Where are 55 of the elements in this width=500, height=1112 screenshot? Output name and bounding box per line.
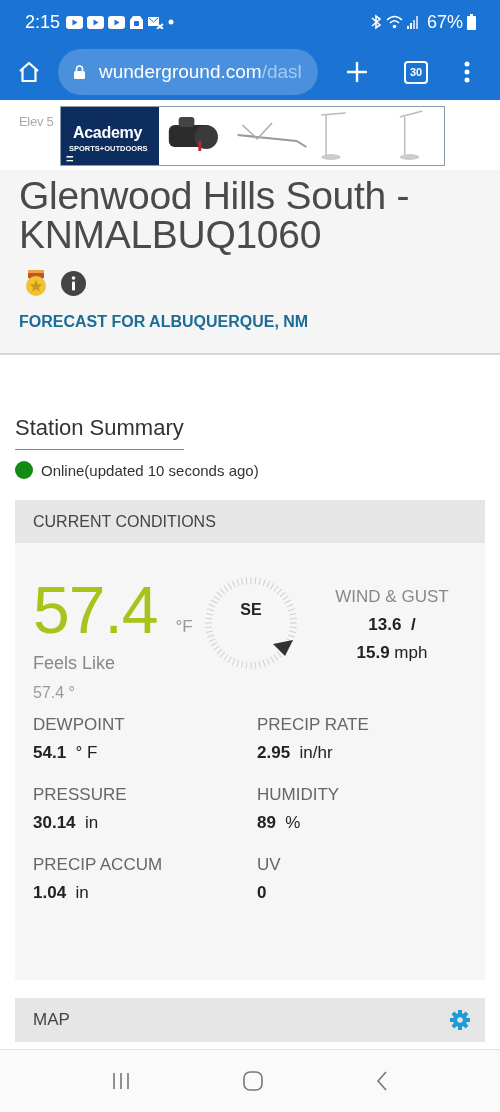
wind-direction: SE <box>239 601 263 619</box>
metric-value: 0 <box>257 883 268 903</box>
info-icon[interactable] <box>61 271 86 296</box>
bluetooth-icon <box>369 14 382 30</box>
metric-value: 89 % <box>257 813 302 833</box>
metric-value: 30.14 in <box>33 813 100 833</box>
bag-icon <box>129 14 145 30</box>
metric-label: DEWPOINT <box>33 715 126 735</box>
metric-label: PRECIP ACCUM <box>33 855 164 875</box>
signal-icon <box>406 15 419 29</box>
station-title: Glenwood Hills South - KNMALBUQ1060 <box>19 176 411 254</box>
settings-icon[interactable] <box>450 1010 470 1030</box>
back-icon[interactable] <box>376 1071 389 1091</box>
card-title: CURRENT CONDITIONS <box>33 512 216 531</box>
home-button-icon[interactable] <box>243 1071 263 1091</box>
status-text: Online(updated 10 seconds ago) <box>41 461 259 479</box>
home-icon[interactable] <box>17 60 41 84</box>
ad-brand: Academy <box>73 124 143 142</box>
play-icon <box>108 15 126 29</box>
metric-value: 1.04 in <box>33 883 90 903</box>
menu-icon[interactable] <box>464 61 470 83</box>
status-time: 2:15 <box>25 11 61 33</box>
plus-icon[interactable] <box>346 61 368 83</box>
metric-label: HUMIDITY <box>257 785 341 805</box>
battery-percent: 67% <box>426 11 463 33</box>
metric-value: 2.95 in/hr <box>257 743 334 763</box>
forecast-link[interactable]: FORECAST FOR ALBUQUERQUE, NM <box>19 313 309 331</box>
temperature-unit: °F <box>175 617 193 637</box>
recent-apps-icon[interactable] <box>111 1072 130 1090</box>
wind-pointer-icon <box>273 638 293 656</box>
battery-icon <box>467 14 476 30</box>
play-icon <box>66 15 84 29</box>
gust-speed: 15.9 mph <box>355 643 429 663</box>
tab-count-button[interactable]: 30 <box>404 60 428 84</box>
url-bar[interactable]: wunderground.com/dasl <box>58 49 318 95</box>
medal-icon <box>25 270 47 297</box>
dot-icon <box>168 19 175 25</box>
temperature-value: 57.4 <box>33 577 158 643</box>
mail-icon <box>148 15 165 29</box>
play-icon <box>87 15 105 29</box>
section-heading: Station Summary <box>15 415 184 450</box>
metric-label: UV <box>257 855 282 875</box>
wind-speed: 13.6 / <box>367 615 417 635</box>
feels-like-label: Feels Like <box>33 653 117 674</box>
lock-icon <box>74 65 85 79</box>
metric-label: PRESSURE <box>33 785 128 805</box>
feels-like-value: 57.4 ° <box>33 684 76 702</box>
map-title: MAP <box>33 1010 70 1030</box>
elevation-text: Elev 5 <box>19 114 55 129</box>
wifi-icon <box>385 15 403 29</box>
metric-value: 54.1 ° F <box>33 743 99 763</box>
url-text: wunderground.com/dasl <box>99 61 302 83</box>
ad-menu-glyph: = <box>66 152 74 165</box>
wind-label: WIND & GUST <box>334 587 450 607</box>
metric-label: PRECIP RATE <box>257 715 370 735</box>
